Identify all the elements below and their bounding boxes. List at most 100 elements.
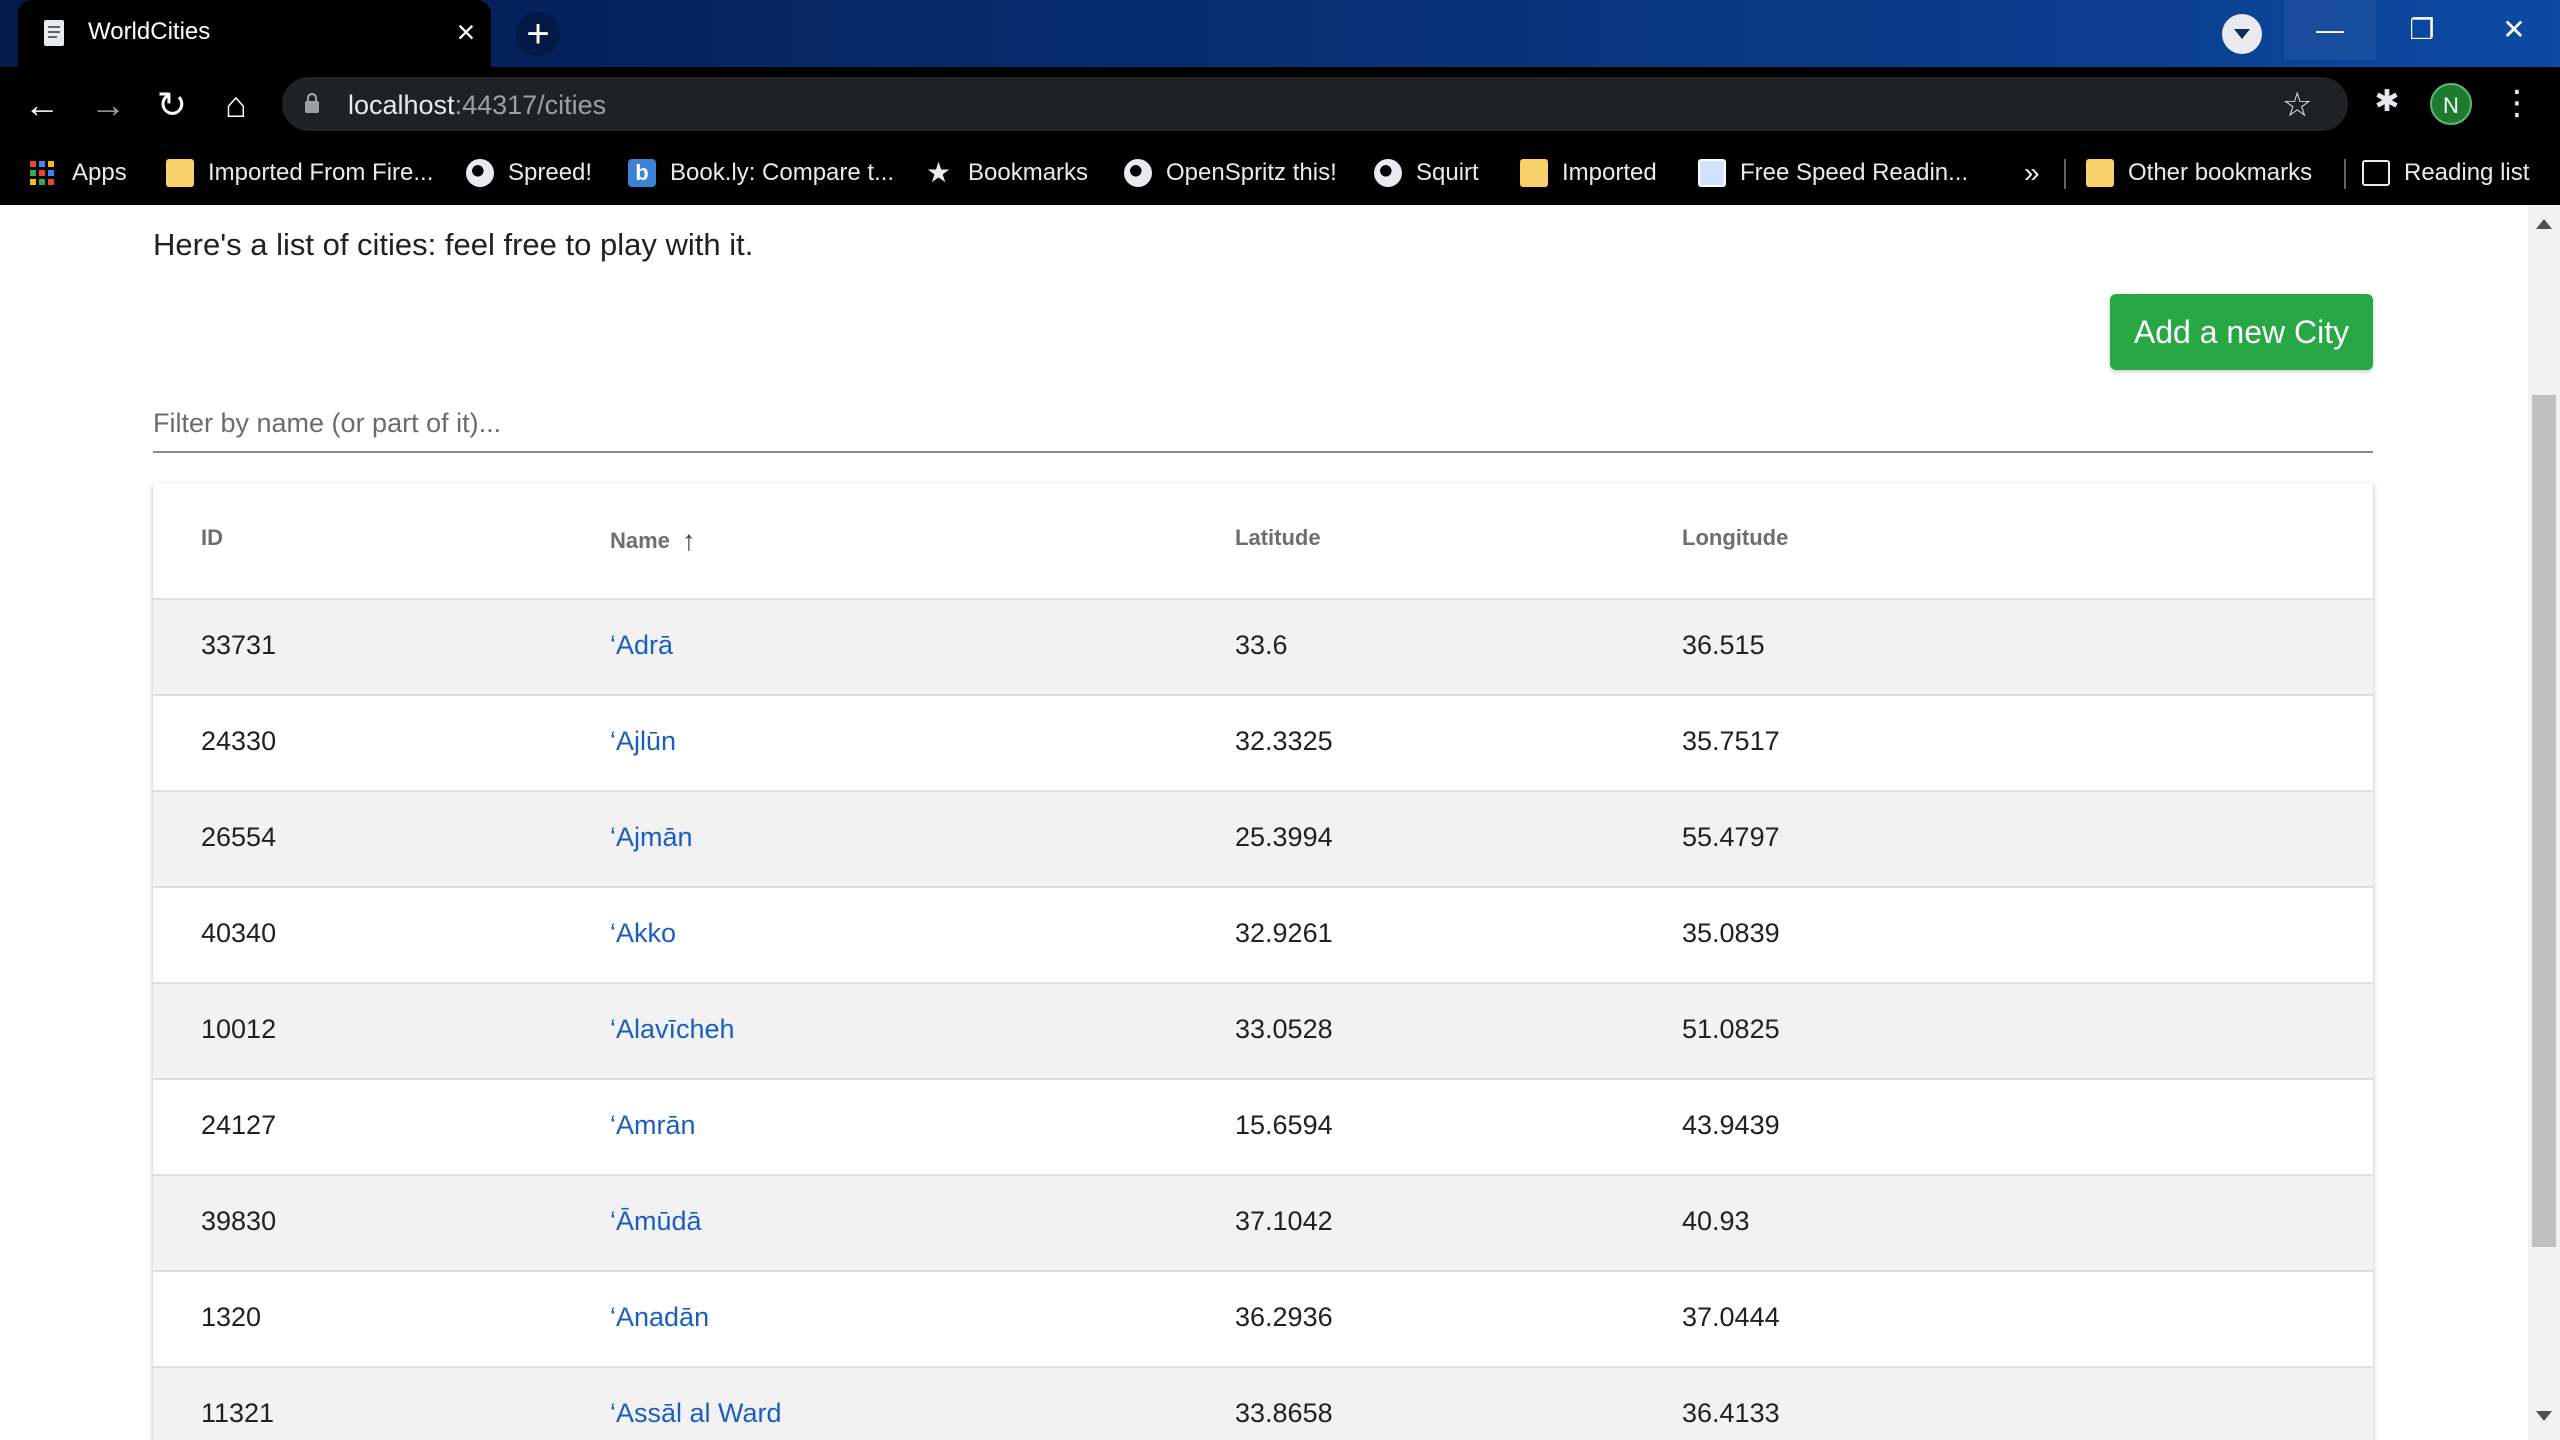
cell-latitude: 15.6594 — [1235, 1110, 1333, 1140]
folder-icon — [2086, 159, 2114, 187]
cities-table: ID Name ↑ Latitude Longitude 33731 ‘Adrā … — [153, 483, 2373, 1440]
tab-title: WorldCities — [88, 18, 211, 45]
cell-latitude: 37.1042 — [1235, 1206, 1333, 1236]
cell-latitude: 33.6 — [1235, 630, 1288, 660]
folder-icon — [1520, 159, 1548, 187]
more-menu-icon[interactable]: ⋮ — [2500, 81, 2534, 125]
close-tab-icon[interactable]: × — [448, 14, 484, 50]
city-name-link[interactable]: ‘Āmūdā — [610, 1206, 702, 1237]
globe-icon — [466, 159, 494, 187]
table-row: 10012 ‘Alavīcheh 33.0528 51.0825 — [153, 984, 2373, 1080]
scrollbar-thumb[interactable] — [2532, 395, 2556, 1247]
book-icon — [1698, 159, 1726, 187]
table-row: 24330 ‘Ajlūn 32.3325 35.7517 — [153, 696, 2373, 792]
bookmark-squirt[interactable]: Squirt — [1374, 153, 1479, 193]
document-icon — [44, 20, 64, 46]
cell-longitude: 36.4133 — [1682, 1398, 1780, 1428]
bookmarks-divider — [2064, 159, 2066, 189]
bookmarks-bar: Apps Imported From Fire... Spreed! b Boo… — [0, 141, 2560, 205]
cell-longitude: 35.7517 — [1682, 726, 1780, 756]
url-text[interactable]: localhost:44317/cities — [348, 90, 606, 121]
city-name-link[interactable]: ‘Ajmān — [610, 822, 693, 853]
close-window-button[interactable]: ✕ — [2468, 0, 2560, 60]
restore-button[interactable]: ❐ — [2376, 0, 2468, 60]
city-name-link[interactable]: ‘Amrān — [610, 1110, 696, 1141]
home-icon[interactable]: ⌂ — [214, 83, 258, 127]
table-row: 33731 ‘Adrā 33.6 36.515 — [153, 600, 2373, 696]
city-name-link[interactable]: ‘Akko — [610, 918, 676, 949]
sort-arrow-up-icon: ↑ — [681, 525, 696, 556]
cell-id: 11321 — [201, 1398, 275, 1428]
bookmarks-overflow-chevron-icon[interactable]: » — [2024, 153, 2040, 193]
cell-id: 10012 — [201, 1014, 277, 1044]
title-bar: WorldCities × + — ❐ ✕ — [0, 0, 2560, 67]
city-name-link[interactable]: ‘Assāl al Ward — [610, 1398, 782, 1429]
globe-icon — [1124, 159, 1152, 187]
column-header-latitude[interactable]: Latitude — [1235, 525, 1321, 551]
reload-icon[interactable]: ↻ — [150, 83, 194, 127]
reading-list-button[interactable]: Reading list — [2362, 153, 2529, 193]
bookmark-bookly[interactable]: b Book.ly: Compare t... — [628, 153, 894, 193]
table-row: 40340 ‘Akko 32.9261 35.0839 — [153, 888, 2373, 984]
cell-latitude: 36.2936 — [1235, 1302, 1333, 1332]
bookmark-other-bookmarks[interactable]: Other bookmarks — [2086, 153, 2312, 193]
column-header-longitude[interactable]: Longitude — [1682, 525, 1788, 551]
cell-latitude: 33.0528 — [1235, 1014, 1333, 1044]
cell-id: 1320 — [201, 1302, 262, 1332]
cell-latitude: 25.3994 — [1235, 822, 1333, 852]
city-name-link[interactable]: ‘Adrā — [610, 630, 673, 661]
bookmark-star-icon[interactable]: ☆ — [2282, 85, 2312, 125]
tab-search-icon[interactable] — [2222, 14, 2262, 54]
cell-latitude: 32.9261 — [1235, 918, 1333, 948]
bookmark-free-speed-reading[interactable]: Free Speed Readin... — [1698, 153, 1968, 193]
forward-arrow-icon[interactable]: → — [86, 83, 130, 127]
browser-tab[interactable]: WorldCities × — [18, 0, 491, 67]
cell-id: 24127 — [201, 1110, 277, 1140]
page-intro-text: Here's a list of cities: feel free to pl… — [153, 227, 754, 262]
minimize-button[interactable]: — — [2284, 0, 2376, 60]
scroll-up-arrow-icon[interactable] — [2536, 219, 2552, 229]
bookmark-imported[interactable]: Imported — [1520, 153, 1657, 193]
cell-longitude: 40.93 — [1682, 1206, 1750, 1236]
cell-longitude: 43.9439 — [1682, 1110, 1780, 1140]
table-row: 39830 ‘Āmūdā 37.1042 40.93 — [153, 1176, 2373, 1272]
table-row: 26554 ‘Ajmān 25.3994 55.4797 — [153, 792, 2373, 888]
apps-grid-icon — [30, 161, 58, 185]
column-header-id[interactable]: ID — [201, 525, 223, 551]
profile-avatar[interactable]: N — [2430, 83, 2472, 125]
table-header: ID Name ↑ Latitude Longitude — [153, 483, 2373, 600]
city-name-link[interactable]: ‘Ajlūn — [610, 726, 676, 757]
city-name-link[interactable]: ‘Anadān — [610, 1302, 709, 1333]
bookly-icon: b — [628, 159, 656, 187]
cell-id: 26554 — [201, 822, 277, 852]
table-row: 24127 ‘Amrān 15.6594 43.9439 — [153, 1080, 2373, 1176]
bookmark-bookmarks[interactable]: ★ Bookmarks — [926, 153, 1088, 193]
cell-id: 33731 — [201, 630, 277, 660]
add-city-button[interactable]: Add a new City — [2110, 294, 2373, 370]
cell-longitude: 35.0839 — [1682, 918, 1780, 948]
bookmark-apps[interactable]: Apps — [30, 153, 127, 193]
filter-field[interactable] — [153, 395, 2373, 453]
globe-icon — [1374, 159, 1402, 187]
lock-icon[interactable] — [304, 93, 320, 113]
address-bar[interactable]: localhost:44317/cities ☆ — [282, 77, 2348, 131]
cell-longitude: 51.0825 — [1682, 1014, 1780, 1044]
cell-longitude: 55.4797 — [1682, 822, 1780, 852]
cell-id: 40340 — [201, 918, 277, 948]
cell-longitude: 36.515 — [1682, 630, 1765, 660]
cell-latitude: 33.8658 — [1235, 1398, 1333, 1428]
page-viewport: Here's a list of cities: feel free to pl… — [0, 205, 2528, 1440]
cell-latitude: 32.3325 — [1235, 726, 1333, 756]
cell-id: 39830 — [201, 1206, 277, 1236]
filter-input[interactable] — [153, 395, 2373, 451]
new-tab-button[interactable]: + — [516, 12, 560, 56]
bookmark-openspritz[interactable]: OpenSpritz this! — [1124, 153, 1337, 193]
page-scrollbar[interactable] — [2528, 205, 2560, 1440]
scroll-down-arrow-icon[interactable] — [2536, 1411, 2552, 1421]
bookmark-imported-from-firefox[interactable]: Imported From Fire... — [166, 153, 433, 193]
extensions-puzzle-icon[interactable]: ✱ — [2370, 85, 2404, 119]
back-arrow-icon[interactable]: ← — [20, 83, 64, 127]
bookmark-spreed[interactable]: Spreed! — [466, 153, 592, 193]
city-name-link[interactable]: ‘Alavīcheh — [610, 1014, 735, 1045]
column-header-name[interactable]: Name ↑ — [610, 525, 696, 557]
